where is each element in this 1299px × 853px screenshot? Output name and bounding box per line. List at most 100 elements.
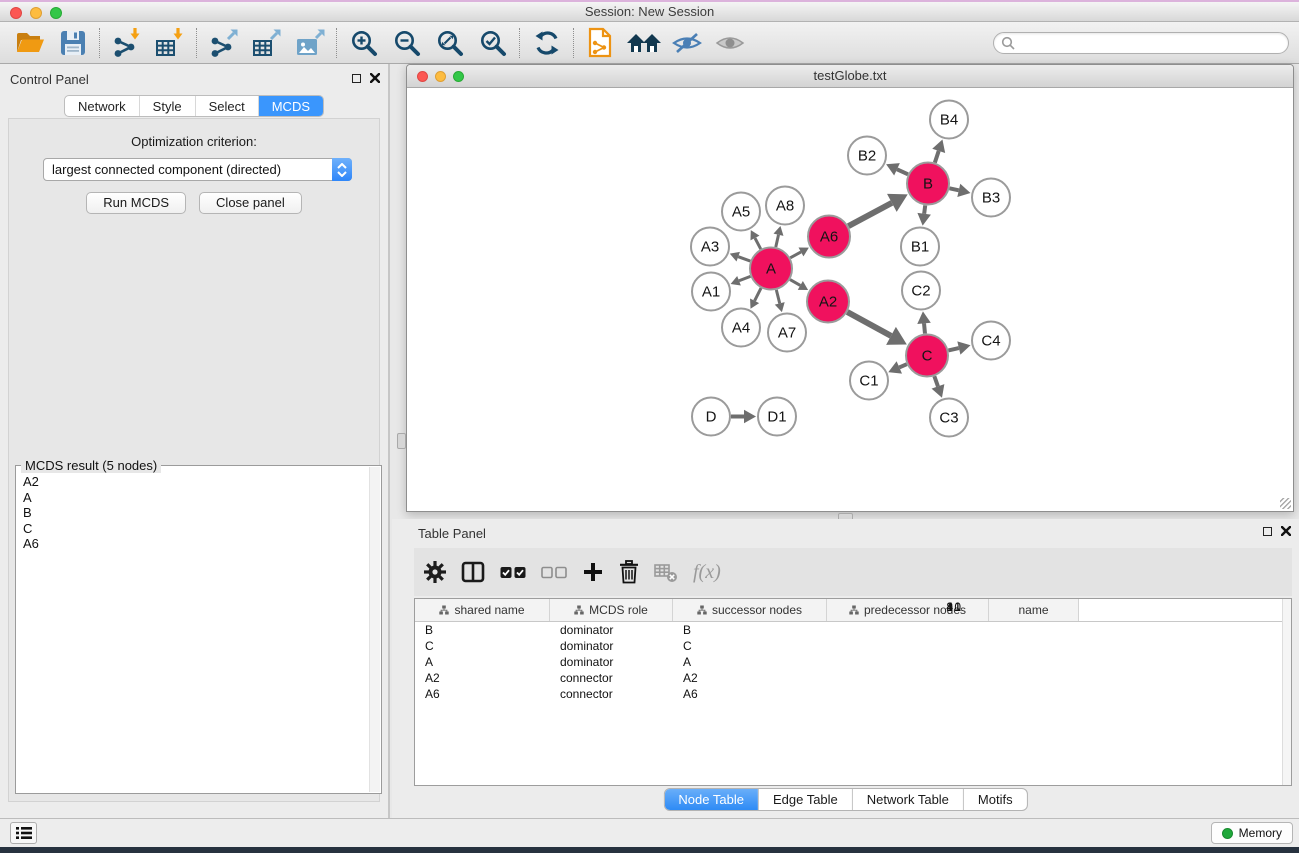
zoom-fit-button[interactable]	[428, 25, 471, 61]
delete-row-button[interactable]	[619, 557, 639, 587]
tab-node-table[interactable]: Node Table	[664, 789, 758, 810]
mcds-result-item[interactable]: A2	[23, 474, 380, 490]
mcds-result-scrollbar[interactable]	[369, 467, 380, 792]
zoom-in-icon	[350, 29, 378, 57]
maximize-window-button[interactable]	[50, 7, 62, 19]
table-scrollbar[interactable]	[1282, 599, 1291, 785]
mcds-result-item[interactable]: B	[23, 505, 380, 521]
double-home-icon	[627, 31, 661, 55]
minimize-window-button[interactable]	[30, 7, 42, 19]
float-panel-icon[interactable]	[352, 74, 361, 83]
zoom-selected-button[interactable]	[471, 25, 514, 61]
add-row-button[interactable]	[582, 557, 604, 587]
graph-node-B4[interactable]: B4	[930, 101, 968, 139]
show-view-button[interactable]	[708, 25, 751, 61]
export-image-button[interactable]	[288, 25, 331, 61]
zoom-in-button[interactable]	[342, 25, 385, 61]
save-session-button[interactable]	[51, 25, 94, 61]
open-session-doc-button[interactable]	[579, 25, 622, 61]
close-table-panel-icon[interactable]	[1281, 526, 1291, 536]
graph-node-A7[interactable]: A7	[768, 314, 806, 352]
network-graph[interactable]: A A6 A2 B C A1 A3 A4 A5 A7 A8 B1 B2 B3 B4 C1 C2 C3 C4 D D1	[407, 88, 1293, 511]
svg-text:A4: A4	[732, 320, 750, 337]
table-row[interactable]: A6connector11A6	[415, 686, 1291, 702]
import-table-button[interactable]	[148, 25, 191, 61]
search-input[interactable]	[1019, 34, 1288, 52]
refresh-button[interactable]	[525, 25, 568, 61]
graph-node-B2[interactable]: B2	[848, 137, 886, 175]
mcds-result-item[interactable]: A	[23, 490, 380, 506]
delete-table-button[interactable]	[654, 557, 678, 587]
network-maximize-button[interactable]	[453, 71, 464, 82]
tab-network[interactable]: Network	[65, 96, 139, 116]
float-table-panel-icon[interactable]	[1263, 527, 1272, 536]
graph-node-A1[interactable]: A1	[692, 273, 730, 311]
memory-button[interactable]: Memory	[1211, 822, 1293, 844]
graph-node-B1[interactable]: B1	[901, 228, 939, 266]
tab-network-table[interactable]: Network Table	[852, 789, 963, 810]
import-network-button[interactable]	[105, 25, 148, 61]
zoom-out-button[interactable]	[385, 25, 428, 61]
tab-edge-table[interactable]: Edge Table	[758, 789, 852, 810]
graph-node-A4[interactable]: A4	[722, 309, 760, 347]
graph-node-A[interactable]: A	[750, 248, 792, 290]
graph-node-C2[interactable]: C2	[902, 272, 940, 310]
table-cell: A2	[673, 670, 763, 686]
close-panel-icon[interactable]	[370, 73, 380, 83]
deselect-all-button[interactable]	[541, 557, 567, 587]
column-header-successor-nodes[interactable]: successor nodes	[673, 599, 827, 621]
table-cell: A6	[673, 686, 763, 702]
function-builder-button[interactable]: f(x)	[693, 557, 721, 587]
select-all-button[interactable]	[500, 557, 526, 587]
vertical-splitter-handle[interactable]	[397, 433, 406, 449]
export-table-button[interactable]	[245, 25, 288, 61]
graph-node-D[interactable]: D	[692, 398, 730, 436]
graph-node-A2[interactable]: A2	[807, 281, 849, 323]
column-header-MCDS-role[interactable]: MCDS role	[550, 599, 673, 621]
main-area: Control Panel NetworkStyleSelectMCDS Opt…	[0, 64, 1299, 818]
run-mcds-button[interactable]: Run MCDS	[86, 192, 186, 214]
tab-motifs[interactable]: Motifs	[963, 789, 1027, 810]
open-file-button[interactable]	[8, 25, 51, 61]
svg-text:C1: C1	[859, 373, 878, 390]
tab-select[interactable]: Select	[195, 96, 258, 116]
graph-node-A6[interactable]: A6	[808, 216, 850, 258]
home-button[interactable]	[622, 25, 665, 61]
gear-icon	[424, 561, 446, 583]
graph-node-B3[interactable]: B3	[972, 179, 1010, 217]
search-box[interactable]	[993, 32, 1289, 54]
export-network-button[interactable]	[202, 25, 245, 61]
graph-node-A8[interactable]: A8	[766, 187, 804, 225]
network-close-button[interactable]	[417, 71, 428, 82]
settings-gear-button[interactable]	[424, 557, 446, 587]
graph-node-A3[interactable]: A3	[691, 228, 729, 266]
mcds-result-item[interactable]: C	[23, 521, 380, 537]
column-header-shared-name[interactable]: shared name	[415, 599, 550, 621]
show-columns-button[interactable]	[461, 557, 485, 587]
tab-style[interactable]: Style	[139, 96, 195, 116]
column-header-name[interactable]: name	[989, 599, 1079, 621]
table-cell: dominator	[550, 654, 673, 670]
resize-grip-icon[interactable]	[1280, 498, 1291, 509]
mcds-result-item[interactable]: A6	[23, 536, 380, 552]
task-history-button[interactable]	[10, 822, 37, 844]
svg-text:A7: A7	[778, 325, 796, 342]
svg-text:B3: B3	[982, 190, 1000, 207]
svg-text:B1: B1	[911, 239, 929, 256]
criterion-select[interactable]: largest connected component (directed)	[43, 158, 352, 181]
status-bar: Memory	[0, 818, 1299, 847]
graph-node-D1[interactable]: D1	[758, 398, 796, 436]
graph-node-B[interactable]: B	[907, 163, 949, 205]
table-cell: A2	[415, 670, 550, 686]
graph-node-C4[interactable]: C4	[972, 322, 1010, 360]
tab-mcds[interactable]: MCDS	[258, 96, 323, 116]
hide-view-button[interactable]	[665, 25, 708, 61]
graph-node-C1[interactable]: C1	[850, 362, 888, 400]
graph-node-C3[interactable]: C3	[930, 399, 968, 437]
close-panel-button[interactable]: Close panel	[199, 192, 302, 214]
network-minimize-button[interactable]	[435, 71, 446, 82]
network-canvas[interactable]: A A6 A2 B C A1 A3 A4 A5 A7 A8 B1 B2 B3 B4 C1 C2 C3 C4 D D1	[407, 88, 1293, 511]
close-window-button[interactable]	[10, 7, 22, 19]
graph-node-C[interactable]: C	[906, 335, 948, 377]
graph-node-A5[interactable]: A5	[722, 193, 760, 231]
